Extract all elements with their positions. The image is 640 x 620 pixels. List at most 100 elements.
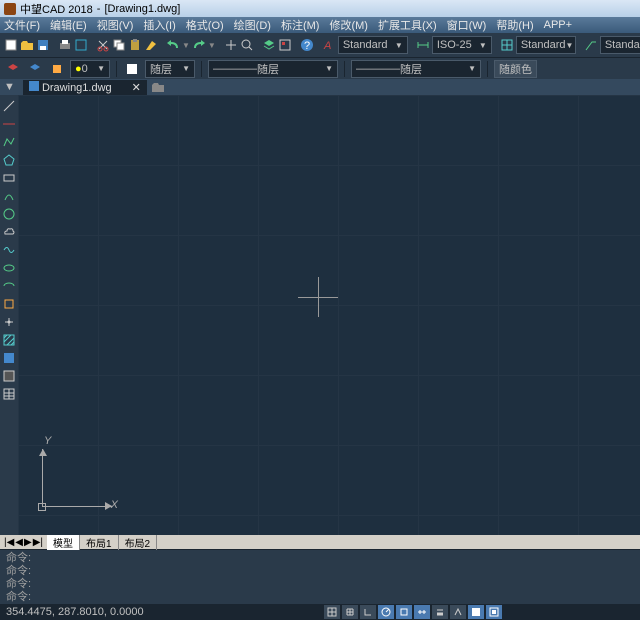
help-icon[interactable]: ? — [300, 36, 314, 54]
polar-toggle[interactable] — [378, 605, 394, 619]
ellipse-icon[interactable] — [2, 261, 16, 275]
status-bar: 354.4475, 287.8010, 0.0000 — [0, 604, 640, 620]
plotstyle-dropdown[interactable]: 随颜色 — [494, 60, 537, 78]
coordinates: 354.4475, 287.8010, 0.0000 — [6, 606, 144, 618]
polygon-icon[interactable] — [2, 153, 16, 167]
svg-text:A: A — [323, 40, 331, 52]
match-icon[interactable] — [144, 36, 158, 54]
circle-icon[interactable] — [2, 207, 16, 221]
layout-tabs: |◀ ◀ ▶ ▶| 模型 布局1 布局2 — [0, 535, 640, 549]
otrack-toggle[interactable] — [414, 605, 430, 619]
table-icon[interactable] — [500, 36, 514, 54]
rect-icon[interactable] — [2, 171, 16, 185]
tab-first-icon[interactable]: |◀ — [4, 537, 14, 548]
document-tabs: ▼ Drawing1.dwg ✕ — [0, 79, 640, 95]
block-icon[interactable] — [2, 297, 16, 311]
cut-icon[interactable] — [96, 36, 110, 54]
menu-help[interactable]: 帮助(H) — [496, 17, 533, 33]
app-icon — [4, 3, 16, 15]
tab-last-icon[interactable]: ▶| — [33, 537, 43, 548]
menu-tools[interactable]: 扩展工具(X) — [378, 17, 437, 33]
print-icon[interactable] — [58, 36, 72, 54]
menu-edit[interactable]: 编辑(E) — [50, 17, 87, 33]
undo-icon[interactable] — [166, 36, 180, 54]
color-icon[interactable] — [123, 60, 141, 78]
tab-menu-icon[interactable]: ▼ — [4, 81, 15, 93]
annot-icon[interactable]: A — [322, 36, 336, 54]
redo-icon[interactable] — [192, 36, 206, 54]
new-icon[interactable] — [4, 36, 18, 54]
snap-toggle[interactable] — [324, 605, 340, 619]
props-icon[interactable] — [278, 36, 292, 54]
xline-icon[interactable] — [2, 117, 16, 131]
line-icon[interactable] — [2, 99, 16, 113]
dim-style-dropdown[interactable]: ISO-25▼ — [432, 36, 492, 54]
layer-state-icon[interactable] — [48, 60, 66, 78]
layer-dropdown[interactable]: ●0▼ — [70, 60, 110, 78]
polyline-icon[interactable] — [2, 135, 16, 149]
dyn-toggle[interactable] — [450, 605, 466, 619]
doc-tab[interactable]: Drawing1.dwg ✕ — [23, 80, 147, 95]
drawing-canvas[interactable]: Y X — [18, 95, 640, 535]
app-name: 中望CAD 2018 — [20, 1, 93, 17]
ortho-toggle[interactable] — [360, 605, 376, 619]
layers-icon[interactable] — [262, 36, 276, 54]
layer-prev-icon[interactable] — [26, 60, 44, 78]
cmd-line: 命令: — [6, 565, 634, 578]
toolbar-layer: ●0▼ 随层▼ ———— 随层▼ ———— 随层▼ 随颜色 — [0, 57, 640, 79]
menu-bar: 文件(F) 编辑(E) 视图(V) 插入(I) 格式(O) 绘图(D) 标注(M… — [0, 17, 640, 33]
point-icon[interactable] — [2, 315, 16, 329]
cmd-line: 命令: — [6, 552, 634, 565]
save-icon[interactable] — [36, 36, 50, 54]
color-dropdown[interactable]: 随层▼ — [145, 60, 195, 78]
menu-dim[interactable]: 标注(M) — [281, 17, 320, 33]
paste-icon[interactable] — [128, 36, 142, 54]
table-draw-icon[interactable] — [2, 387, 16, 401]
osnap-toggle[interactable] — [396, 605, 412, 619]
lineweight-dropdown[interactable]: ———— 随层▼ — [351, 60, 481, 78]
mleader-style-dropdown[interactable]: Standard▼ — [600, 36, 640, 54]
title-bar: 中望CAD 2018 - [Drawing1.dwg] — [0, 0, 640, 17]
pan-icon[interactable] — [224, 36, 238, 54]
layout-model[interactable]: 模型 — [47, 535, 80, 550]
command-window[interactable]: 命令: 命令: 命令: 命令: — [0, 549, 640, 604]
tab-prev-icon[interactable]: ◀ — [15, 537, 23, 548]
region-icon[interactable] — [2, 369, 16, 383]
copy-icon[interactable] — [112, 36, 126, 54]
new-tab-icon[interactable] — [151, 81, 165, 93]
close-icon[interactable]: ✕ — [132, 81, 141, 94]
cmd-prompt: 命令: — [6, 591, 634, 604]
ellipse-arc-icon[interactable] — [2, 279, 16, 293]
table-style-dropdown[interactable]: Standard▼ — [516, 36, 576, 54]
menu-window[interactable]: 窗口(W) — [447, 17, 487, 33]
doc-name: [Drawing1.dwg] — [104, 3, 180, 15]
toolbar-main: ▼ ▼ ? A Standard▼ ISO-25▼ Standard▼ Stan… — [0, 33, 640, 57]
grid-toggle[interactable] — [342, 605, 358, 619]
layer-mgr-icon[interactable] — [4, 60, 22, 78]
qprops-toggle[interactable] — [486, 605, 502, 619]
mleader-icon[interactable] — [584, 36, 598, 54]
menu-insert[interactable]: 插入(I) — [143, 17, 175, 33]
open-icon[interactable] — [20, 36, 34, 54]
spline-icon[interactable] — [2, 243, 16, 257]
layout-1[interactable]: 布局1 — [80, 535, 119, 550]
menu-file[interactable]: 文件(F) — [4, 17, 40, 33]
gradient-icon[interactable] — [2, 351, 16, 365]
arc-icon[interactable] — [2, 189, 16, 203]
menu-draw[interactable]: 绘图(D) — [234, 17, 271, 33]
zoom-icon[interactable] — [240, 36, 254, 54]
dim-icon[interactable] — [416, 36, 430, 54]
model-toggle[interactable] — [468, 605, 484, 619]
menu-app[interactable]: APP+ — [544, 19, 572, 31]
revcloud-icon[interactable] — [2, 225, 16, 239]
preview-icon[interactable] — [74, 36, 88, 54]
tab-next-icon[interactable]: ▶ — [24, 537, 32, 548]
layout-2[interactable]: 布局2 — [119, 535, 158, 550]
linetype-dropdown[interactable]: ———— 随层▼ — [208, 60, 338, 78]
hatch-icon[interactable] — [2, 333, 16, 347]
menu-format[interactable]: 格式(O) — [186, 17, 224, 33]
text-style-dropdown[interactable]: Standard▼ — [338, 36, 408, 54]
menu-modify[interactable]: 修改(M) — [329, 17, 368, 33]
menu-view[interactable]: 视图(V) — [97, 17, 134, 33]
lwt-toggle[interactable] — [432, 605, 448, 619]
